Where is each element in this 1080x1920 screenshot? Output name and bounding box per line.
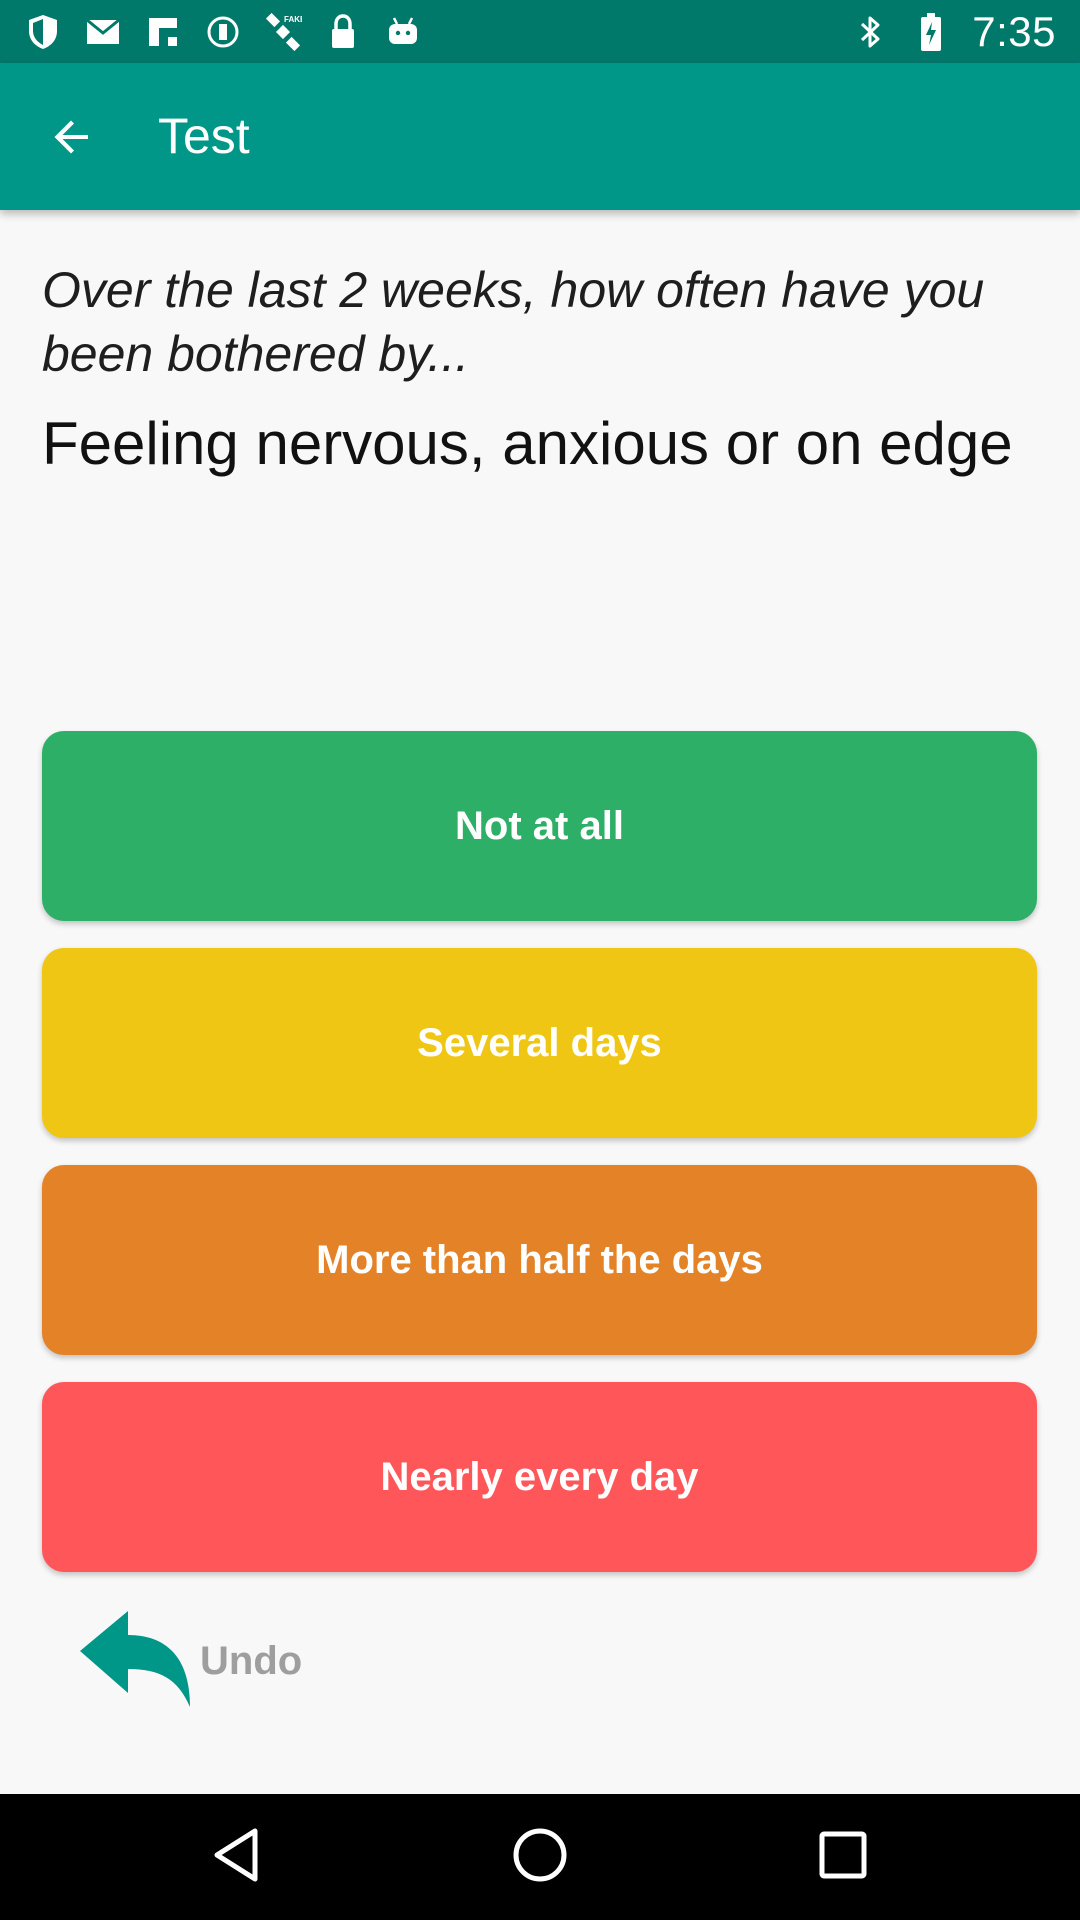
circle-icon — [204, 13, 242, 51]
navigation-bar — [0, 1794, 1080, 1920]
shield-icon — [24, 13, 62, 51]
status-notification-icons: FAKE — [24, 0, 422, 63]
app-bar: Test — [0, 63, 1080, 210]
nav-recents-button[interactable] — [803, 1817, 883, 1897]
flipboard-icon — [144, 13, 182, 51]
back-button[interactable] — [36, 103, 108, 175]
question-text: Feeling nervous, anxious or on edge — [42, 410, 1013, 477]
status-time: 7:35 — [972, 7, 1056, 55]
recents-square-icon — [817, 1829, 869, 1886]
battery-icon — [912, 12, 950, 51]
bluetooth-icon — [852, 13, 890, 51]
nav-back-button[interactable] — [197, 1817, 277, 1897]
answer-not-at-all-button[interactable]: Not at all — [42, 731, 1037, 921]
question-prompt: Over the last 2 weeks, how often have yo… — [42, 262, 985, 382]
lock-icon — [324, 13, 362, 51]
answer-more-than-half-button[interactable]: More than half the days — [42, 1165, 1037, 1355]
page-title: Test — [158, 108, 250, 164]
home-circle-icon — [510, 1825, 570, 1890]
undo-button[interactable]: Undo — [78, 1606, 302, 1716]
mail-icon — [84, 13, 122, 51]
undo-label: Undo — [200, 1638, 303, 1683]
back-triangle-icon — [209, 1825, 265, 1890]
answer-several-days-button[interactable]: Several days — [42, 948, 1037, 1138]
status-system-icons: 7:35 — [852, 0, 1056, 63]
android-icon — [384, 13, 422, 51]
answer-nearly-every-day-button[interactable]: Nearly every day — [42, 1382, 1037, 1572]
svg-text:FAKE: FAKE — [284, 15, 302, 24]
arrow-left-icon — [48, 113, 96, 166]
nav-home-button[interactable] — [500, 1817, 580, 1897]
satellite-fake-gps-icon: FAKE — [264, 12, 302, 51]
reply-arrow-icon — [78, 1607, 200, 1716]
status-bar: FAKE — [0, 0, 1080, 63]
